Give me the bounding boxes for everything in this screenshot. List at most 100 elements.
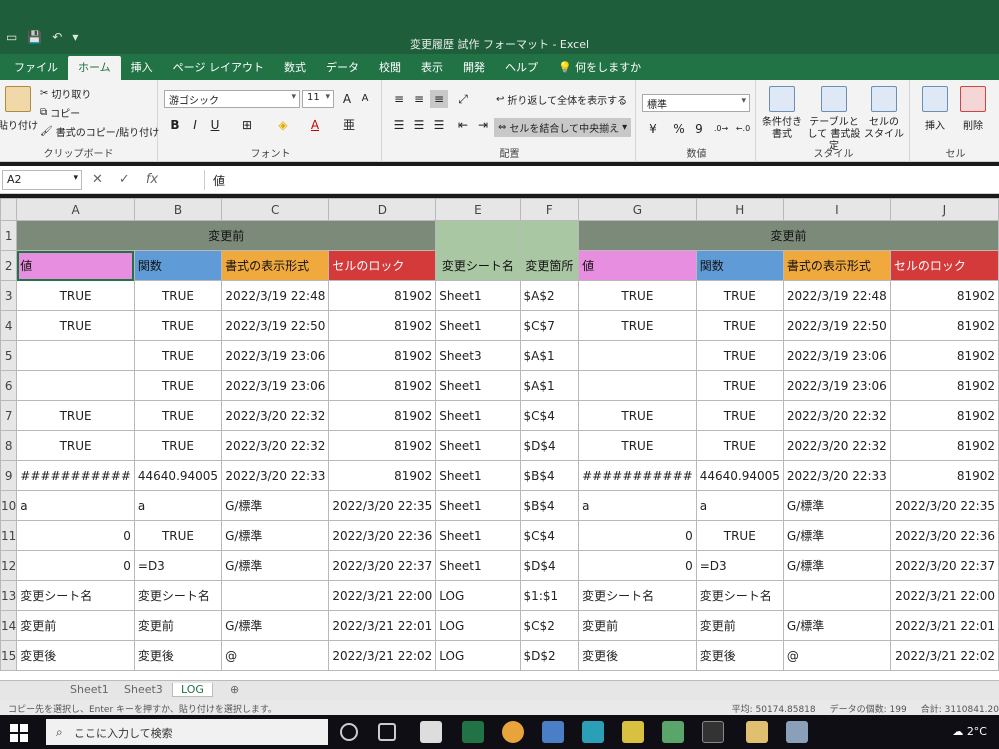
- cell[interactable]: 81902: [889, 460, 999, 491]
- align-left-icon[interactable]: ☰: [390, 116, 408, 134]
- cell[interactable]: 変更後: [578, 640, 697, 671]
- cell[interactable]: 2022/3/20 22:32: [782, 430, 891, 461]
- cell[interactable]: a: [133, 490, 223, 521]
- media-player-icon[interactable]: [622, 721, 644, 743]
- cell[interactable]: 81902: [328, 430, 437, 461]
- cell[interactable]: 0: [578, 550, 697, 581]
- comma-button[interactable]: 9: [690, 120, 708, 138]
- font-color-icon[interactable]: A: [306, 116, 324, 134]
- row-header[interactable]: 8: [0, 430, 18, 461]
- align-bottom-icon[interactable]: ≡: [430, 90, 448, 108]
- increase-font-icon[interactable]: A: [338, 90, 356, 108]
- cell[interactable]: Sheet1: [435, 310, 521, 341]
- cell[interactable]: 2022/3/20 22:36: [328, 520, 437, 551]
- paste-button[interactable]: 貼り付け: [0, 86, 38, 132]
- cell[interactable]: 81902: [328, 370, 437, 401]
- italic-button[interactable]: I: [186, 116, 204, 134]
- chrome-icon[interactable]: [502, 721, 524, 743]
- row-header[interactable]: 15: [0, 640, 18, 671]
- cell-styles-button[interactable]: セルの スタイル: [864, 86, 904, 141]
- row-header[interactable]: 9: [0, 460, 18, 491]
- underline-button[interactable]: U: [206, 116, 224, 134]
- cell[interactable]: 2022/3/20 22:36: [889, 520, 999, 551]
- cell[interactable]: LOG: [435, 610, 521, 641]
- terminal-icon[interactable]: [702, 721, 724, 743]
- align-center-icon[interactable]: ☰: [410, 116, 428, 134]
- cell[interactable]: TRUE: [16, 400, 135, 431]
- row-header[interactable]: 2: [0, 250, 18, 281]
- name-box[interactable]: A2: [2, 170, 82, 190]
- cell[interactable]: 2022/3/19 22:50: [221, 310, 330, 341]
- tab-formulas[interactable]: 数式: [274, 56, 316, 80]
- cell[interactable]: 2022/3/21 22:02: [328, 640, 437, 671]
- format-painter-button[interactable]: 🖌 書式のコピー/貼り付け: [40, 124, 159, 139]
- row-header[interactable]: 13: [0, 580, 18, 611]
- cell[interactable]: ###########: [16, 460, 135, 491]
- cell[interactable]: $A$1: [519, 370, 580, 401]
- group-header-after[interactable]: 変更前: [578, 220, 999, 251]
- cell[interactable]: [16, 340, 135, 371]
- cell[interactable]: $C$4: [519, 400, 580, 431]
- header-cell[interactable]: 変更箇所: [519, 220, 580, 281]
- cell[interactable]: 2022/3/20 22:32: [221, 430, 330, 461]
- cell[interactable]: TRUE: [16, 430, 135, 461]
- cell[interactable]: 2022/3/19 23:06: [782, 340, 891, 371]
- tab-file[interactable]: ファイル: [4, 56, 68, 80]
- cell[interactable]: a: [578, 490, 697, 521]
- column-header[interactable]: A: [16, 198, 135, 221]
- align-top-icon[interactable]: ≡: [390, 90, 408, 108]
- tab-help[interactable]: ヘルプ: [495, 56, 548, 80]
- add-sheet-icon[interactable]: ⊕: [222, 683, 247, 696]
- cortana-icon[interactable]: [340, 723, 358, 741]
- file-icon[interactable]: [420, 721, 442, 743]
- cell[interactable]: 2022/3/20 22:37: [328, 550, 437, 581]
- cell[interactable]: 2022/3/21 22:00: [889, 580, 999, 611]
- cell[interactable]: 2022/3/20 22:32: [221, 400, 330, 431]
- cell[interactable]: [782, 580, 891, 611]
- cell[interactable]: 81902: [889, 340, 999, 371]
- cell[interactable]: LOG: [435, 640, 521, 671]
- cell[interactable]: =D3: [695, 550, 784, 581]
- cell[interactable]: G/標準: [221, 550, 330, 581]
- delete-cells-button[interactable]: 削除: [956, 86, 990, 132]
- cell[interactable]: 変更前: [695, 610, 784, 641]
- row-header[interactable]: 1: [0, 220, 18, 251]
- row-header[interactable]: 3: [0, 280, 18, 311]
- header-cell[interactable]: 関数: [133, 250, 223, 281]
- cell[interactable]: TRUE: [695, 370, 784, 401]
- cell[interactable]: 2022/3/20 22:33: [221, 460, 330, 491]
- cell[interactable]: $C$7: [519, 310, 580, 341]
- column-header[interactable]: F: [519, 198, 580, 221]
- font-name-combo[interactable]: 游ゴシック: [164, 90, 300, 108]
- cell[interactable]: 変更前: [578, 610, 697, 641]
- cell[interactable]: TRUE: [578, 310, 697, 341]
- app-icon[interactable]: [662, 721, 684, 743]
- cell[interactable]: 変更後: [133, 640, 223, 671]
- cell[interactable]: TRUE: [578, 280, 697, 311]
- cell[interactable]: TRUE: [578, 430, 697, 461]
- cell[interactable]: 変更前: [16, 610, 135, 641]
- cell[interactable]: 81902: [889, 310, 999, 341]
- select-all-corner[interactable]: [0, 198, 18, 221]
- cell[interactable]: TRUE: [695, 430, 784, 461]
- cell[interactable]: Sheet1: [435, 550, 521, 581]
- cell[interactable]: TRUE: [695, 310, 784, 341]
- cell[interactable]: Sheet1: [435, 370, 521, 401]
- cell[interactable]: 変更後: [16, 640, 135, 671]
- cell[interactable]: Sheet1: [435, 400, 521, 431]
- column-header[interactable]: J: [889, 198, 999, 221]
- cell[interactable]: a: [695, 490, 784, 521]
- header-cell[interactable]: 値: [578, 250, 697, 281]
- cell[interactable]: $B$4: [519, 490, 580, 521]
- cell[interactable]: =D3: [133, 550, 223, 581]
- cell[interactable]: 2022/3/20 22:35: [328, 490, 437, 521]
- number-format-combo[interactable]: 標準: [642, 94, 750, 112]
- cell[interactable]: 0: [16, 520, 135, 551]
- cell[interactable]: 2022/3/21 22:01: [889, 610, 999, 641]
- row-header[interactable]: 7: [0, 400, 18, 431]
- copy-button[interactable]: ⧉ コピー: [40, 105, 80, 120]
- cell[interactable]: 2022/3/19 23:06: [221, 370, 330, 401]
- cell[interactable]: Sheet1: [435, 430, 521, 461]
- sheet-tab-sheet1[interactable]: Sheet1: [62, 683, 117, 696]
- column-header[interactable]: C: [221, 198, 330, 221]
